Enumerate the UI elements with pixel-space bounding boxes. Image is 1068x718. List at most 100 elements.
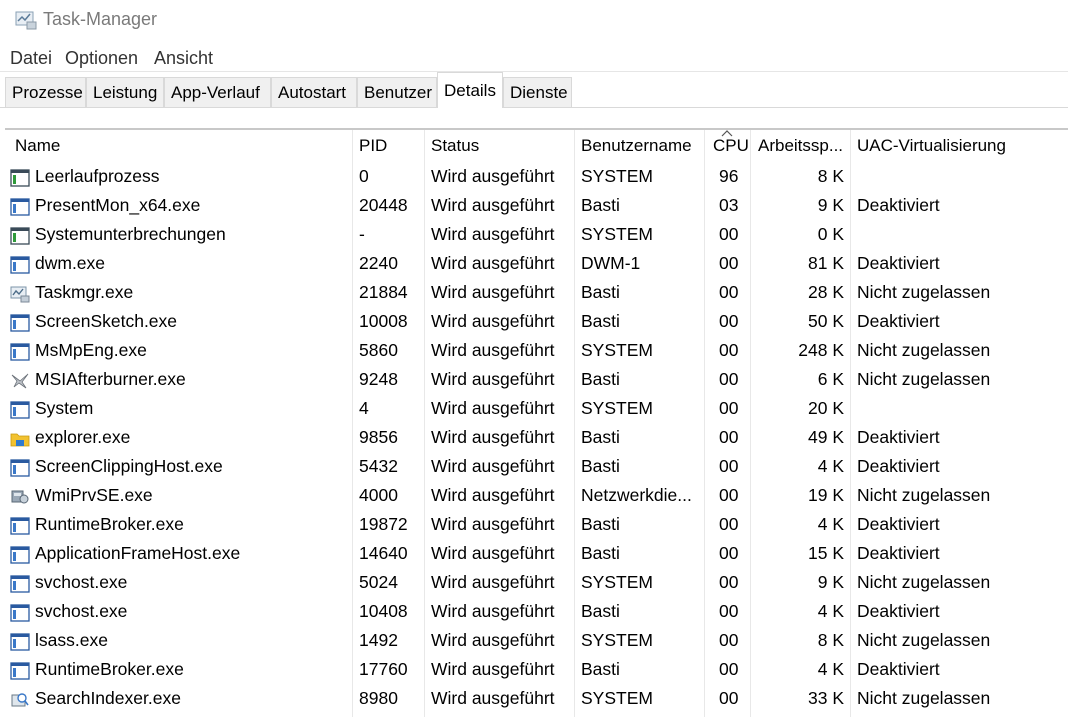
tab-benutzer[interactable]: Benutzer	[357, 77, 437, 107]
column-header-uac[interactable]: UAC-Virtualisierung	[857, 130, 1006, 162]
cell-uac: Deaktiviert	[857, 195, 940, 215]
cell-cpu: 00	[719, 282, 739, 302]
cell-uac: Deaktiviert	[857, 427, 940, 447]
process-table: Leerlaufprozess 0 Wird ausgeführt SYSTEM 96 8…	[0, 162, 1068, 713]
cell-status: Wird ausgeführt	[431, 224, 555, 244]
app-window-icon	[10, 573, 30, 593]
cell-uac: Nicht zugelassen	[857, 340, 991, 360]
cell-name: ScreenClippingHost.exe	[35, 456, 223, 476]
table-row[interactable]: svchost.exe 10408 Wird ausgeführt Basti 00 4 …	[0, 597, 1068, 626]
cell-pid: 4000	[359, 485, 398, 505]
cell-memory: 8 K	[817, 630, 844, 650]
tab-dienste[interactable]: Dienste	[503, 77, 572, 107]
table-row[interactable]: System 4 Wird ausgeführt SYSTEM 00 20 K	[0, 394, 1068, 423]
table-row[interactable]: Leerlaufprozess 0 Wird ausgeführt SYSTEM 96 8…	[0, 162, 1068, 191]
cell-uac: Nicht zugelassen	[857, 630, 991, 650]
table-row[interactable]: explorer.exe 9856 Wird ausgeführt Basti 00 49…	[0, 423, 1068, 452]
cell-pid: 5024	[359, 572, 398, 592]
menu-optionen[interactable]: Optionen	[65, 48, 138, 69]
cell-pid: 4	[359, 398, 369, 418]
tab-divider	[0, 107, 1068, 108]
cell-user: Basti	[581, 659, 620, 679]
cell-name: Systemunterbrechungen	[35, 224, 226, 244]
cell-pid: 19872	[359, 514, 408, 534]
cell-pid: 2240	[359, 253, 398, 273]
table-row[interactable]: Taskmgr.exe 21884 Wird ausgeführt Basti 00 28…	[0, 278, 1068, 307]
cell-name: PresentMon_x64.exe	[35, 195, 201, 215]
app-window-icon	[10, 660, 30, 680]
cell-cpu: 00	[719, 688, 739, 708]
cell-memory: 33 K	[808, 688, 844, 708]
cell-user: Basti	[581, 543, 620, 563]
column-header-status[interactable]: Status	[431, 130, 479, 162]
column-header-user[interactable]: Benutzername	[581, 130, 692, 162]
cell-pid: 14640	[359, 543, 408, 563]
cell-name: svchost.exe	[35, 601, 128, 621]
table-row[interactable]: svchost.exe 5024 Wird ausgeführt SYSTEM 00 9 …	[0, 568, 1068, 597]
table-row[interactable]: RuntimeBroker.exe 19872 Wird ausgeführt Bas…	[0, 510, 1068, 539]
cell-cpu: 00	[719, 311, 739, 331]
cell-memory: 4 K	[817, 514, 844, 534]
table-row[interactable]: Systemunterbrechungen - Wird ausgeführt SYS…	[0, 220, 1068, 249]
table-row[interactable]: MsMpEng.exe 5860 Wird ausgeführt SYSTEM 00 24…	[0, 336, 1068, 365]
cell-memory: 0 K	[817, 224, 844, 244]
tab-autostart[interactable]: Autostart	[271, 77, 357, 107]
column-header-cpu[interactable]: CPU	[713, 130, 749, 162]
cell-name: MSIAfterburner.exe	[35, 369, 186, 389]
table-row[interactable]: MSIAfterburner.exe 9248 Wird ausgeführt Bas…	[0, 365, 1068, 394]
cell-name: MsMpEng.exe	[35, 340, 147, 360]
cell-cpu: 00	[719, 601, 739, 621]
cell-user: Netzwerkdie...	[581, 485, 692, 505]
cell-memory: 50 K	[808, 311, 844, 331]
cell-name: System	[35, 398, 94, 418]
cell-cpu: 00	[719, 659, 739, 679]
table-row[interactable]: RuntimeBroker.exe 17760 Wird ausgeführt Bas…	[0, 655, 1068, 684]
cell-user: Basti	[581, 456, 620, 476]
tab-leistung[interactable]: Leistung	[86, 77, 164, 107]
menu-ansicht[interactable]: Ansicht	[154, 48, 213, 69]
table-row[interactable]: dwm.exe 2240 Wird ausgeführt DWM-1 00 81 K Dea…	[0, 249, 1068, 278]
title-bar: Task-Manager	[0, 0, 1068, 40]
app-window-icon	[10, 515, 30, 535]
table-row[interactable]: WmiPrvSE.exe 4000 Wird ausgeführt Netzwerkd…	[0, 481, 1068, 510]
cell-uac: Nicht zugelassen	[857, 688, 991, 708]
table-row[interactable]: ScreenSketch.exe 10008 Wird ausgeführt Bast…	[0, 307, 1068, 336]
cell-uac: Deaktiviert	[857, 601, 940, 621]
column-header-pid[interactable]: PID	[359, 130, 387, 162]
cell-uac: Nicht zugelassen	[857, 485, 991, 505]
cell-pid: 20448	[359, 195, 408, 215]
cell-memory: 4 K	[817, 659, 844, 679]
cell-pid: 21884	[359, 282, 408, 302]
cell-status: Wird ausgeführt	[431, 485, 555, 505]
tab-prozesse[interactable]: Prozesse	[5, 77, 86, 107]
cell-cpu: 00	[719, 485, 739, 505]
cell-uac: Deaktiviert	[857, 514, 940, 534]
cell-user: Basti	[581, 514, 620, 534]
cell-memory: 4 K	[817, 601, 844, 621]
cell-memory: 9 K	[817, 572, 844, 592]
cell-name: svchost.exe	[35, 572, 128, 592]
table-row[interactable]: ApplicationFrameHost.exe 14640 Wird ausgef…	[0, 539, 1068, 568]
cell-status: Wird ausgeführt	[431, 688, 555, 708]
cell-pid: 5432	[359, 456, 398, 476]
cell-name: RuntimeBroker.exe	[35, 514, 184, 534]
cell-status: Wird ausgeführt	[431, 282, 555, 302]
search-indexer-icon	[10, 689, 30, 707]
cell-pid: 9248	[359, 369, 398, 389]
column-header-name[interactable]: Name	[15, 130, 60, 162]
tab-details[interactable]: Details	[437, 72, 503, 108]
cell-cpu: 00	[719, 630, 739, 650]
table-row[interactable]: PresentMon_x64.exe 20448 Wird ausgeführt Ba…	[0, 191, 1068, 220]
cell-user: SYSTEM	[581, 340, 653, 360]
tab-app-verlauf[interactable]: App-Verlauf	[164, 77, 271, 107]
cell-cpu: 00	[719, 398, 739, 418]
table-row[interactable]: lsass.exe 1492 Wird ausgeführt SYSTEM 00 8 K N…	[0, 626, 1068, 655]
cell-pid: 10408	[359, 601, 408, 621]
cell-cpu: 03	[719, 195, 739, 215]
column-header-memory[interactable]: Arbeitssp...	[758, 130, 843, 162]
table-row[interactable]: ScreenClippingHost.exe 5432 Wird ausgeführ…	[0, 452, 1068, 481]
table-row[interactable]: SearchIndexer.exe 8980 Wird ausgeführt SYST…	[0, 684, 1068, 713]
cell-cpu: 96	[719, 166, 739, 186]
menu-datei[interactable]: Datei	[10, 48, 52, 69]
cell-cpu: 00	[719, 514, 739, 534]
